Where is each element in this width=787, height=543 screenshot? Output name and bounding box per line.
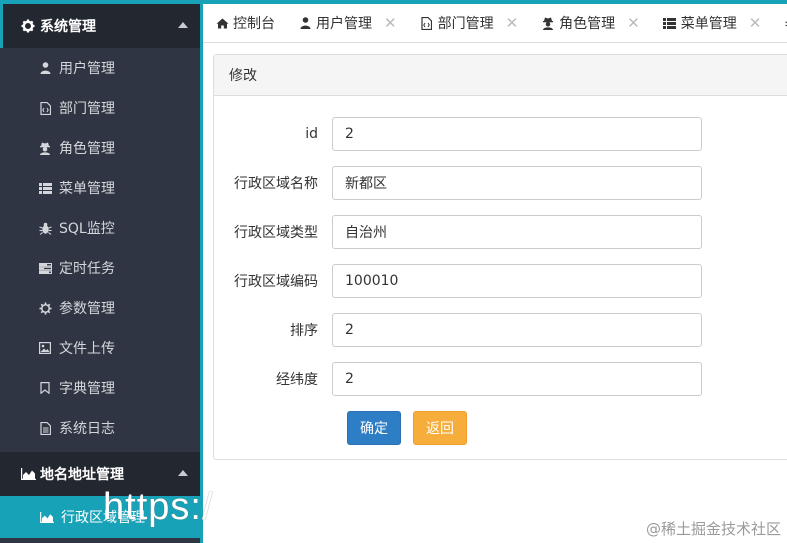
bug-icon: [38, 221, 52, 235]
close-icon[interactable]: ✕: [627, 14, 640, 32]
field-label: 经纬度: [276, 372, 318, 388]
user-secret-icon: [38, 141, 52, 155]
sidebar-item-departments[interactable]: 部门管理: [0, 88, 200, 128]
sidebar-item-label: 参数管理: [59, 301, 115, 317]
sidebar-item-file-upload[interactable]: 文件上传: [0, 328, 200, 368]
close-icon[interactable]: ✕: [506, 14, 519, 32]
field-label: 行政区域编码: [234, 274, 318, 290]
form-row-id: id: [214, 117, 787, 151]
coordinates-field[interactable]: [332, 362, 702, 396]
back-button[interactable]: 返回: [413, 411, 467, 445]
field-label: 行政区域名称: [234, 176, 318, 192]
sidebar-group-label: 系统管理: [40, 19, 96, 35]
sidebar-item-label: 定时任务: [59, 261, 115, 277]
sidebar-item-label: 角色管理: [59, 141, 115, 157]
tab-sql-monitor[interactable]: SQ: [772, 4, 787, 42]
sort-field[interactable]: [332, 313, 702, 347]
tab-users[interactable]: 用户管理 ✕: [286, 4, 408, 42]
user-icon: [298, 16, 312, 30]
user-secret-icon: [541, 16, 555, 30]
sidebar-item-scheduled-tasks[interactable]: 定时任务: [0, 248, 200, 288]
sidebar-item-label: 文件上传: [59, 341, 115, 357]
sidebar-group-label: 地名地址管理: [40, 467, 124, 483]
sidebar-divider: [200, 4, 203, 543]
tab-label: 控制台: [233, 16, 275, 32]
field-label: 行政区域类型: [234, 225, 318, 241]
sidebar-item-roles[interactable]: 角色管理: [0, 128, 200, 168]
sidebar-item-users[interactable]: 用户管理: [0, 48, 200, 88]
region-type-field[interactable]: [332, 215, 702, 249]
sidebar-group-system[interactable]: 系统管理: [0, 4, 200, 48]
bookmark-icon: [38, 381, 52, 395]
form-row-sort: 排序: [214, 313, 787, 347]
tab-dashboard[interactable]: 控制台: [203, 4, 286, 42]
file-code-icon: [38, 101, 52, 115]
form-row-region-code: 行政区域编码: [214, 264, 787, 298]
close-icon[interactable]: ✕: [384, 14, 397, 32]
edit-panel: 修改 id 行政区域名称 行政区域类型 行政区域编码 排序 经纬度 确定 返回: [213, 54, 787, 460]
sidebar-item-parameters[interactable]: 参数管理: [0, 288, 200, 328]
sidebar-item-dictionary[interactable]: 字典管理: [0, 368, 200, 408]
field-label: 排序: [290, 323, 318, 339]
caret-up-icon: [178, 470, 188, 476]
sidebar-item-label: 菜单管理: [59, 181, 115, 197]
user-icon: [38, 61, 52, 75]
gear-icon: [20, 19, 36, 33]
sidebar-item-label: 系统日志: [59, 421, 115, 437]
sidebar-item-label: 部门管理: [59, 101, 115, 117]
region-code-field[interactable]: [332, 264, 702, 298]
area-chart-icon: [20, 467, 36, 481]
list-icon: [38, 181, 52, 195]
tab-label: 角色管理: [559, 16, 616, 32]
tab-label: 菜单管理: [680, 16, 737, 32]
confirm-button[interactable]: 确定: [347, 411, 401, 445]
home-icon: [215, 16, 229, 30]
sidebar: 系统管理 用户管理 部门管理 角色管理 菜单管理 SQL监控 定时任务 参数管理…: [0, 4, 200, 543]
tab-label: 用户管理: [316, 16, 372, 32]
panel-title: 修改: [214, 55, 787, 96]
region-name-field[interactable]: [332, 166, 702, 200]
form-row-region-type: 行政区域类型: [214, 215, 787, 249]
tab-bar: 控制台 用户管理 ✕ 部门管理 ✕ 角色管理 ✕ 菜单管理 ✕ SQ: [203, 4, 787, 43]
sidebar-item-label: 用户管理: [59, 61, 115, 77]
list-icon: [663, 16, 677, 30]
image-icon: [38, 341, 52, 355]
form-row-coordinates: 经纬度: [214, 362, 787, 396]
id-field[interactable]: [332, 117, 702, 151]
field-label: id: [305, 126, 318, 142]
watermark: @稀土掘金技术社区: [645, 520, 781, 538]
close-icon[interactable]: ✕: [749, 14, 762, 32]
file-text-icon: [38, 421, 52, 435]
url-overlay-text: https:/: [103, 486, 214, 528]
sidebar-item-menus[interactable]: 菜单管理: [0, 168, 200, 208]
area-chart-icon: [40, 510, 54, 524]
sidebar-item-label: 字典管理: [59, 381, 115, 397]
tab-roles[interactable]: 角色管理 ✕: [529, 4, 651, 42]
sidebar-item-sql-monitor[interactable]: SQL监控: [0, 208, 200, 248]
file-code-icon: [420, 16, 434, 30]
caret-up-icon: [178, 22, 188, 28]
cog-icon: [38, 301, 52, 315]
form-row-region-name: 行政区域名称: [214, 166, 787, 200]
sidebar-item-system-log[interactable]: 系统日志: [0, 408, 200, 448]
tab-menus[interactable]: 菜单管理 ✕: [651, 4, 773, 42]
tab-departments[interactable]: 部门管理 ✕: [408, 4, 530, 42]
sidebar-item-label: SQL监控: [59, 221, 115, 237]
tasks-icon: [38, 261, 52, 275]
tab-label: 部门管理: [437, 16, 494, 32]
